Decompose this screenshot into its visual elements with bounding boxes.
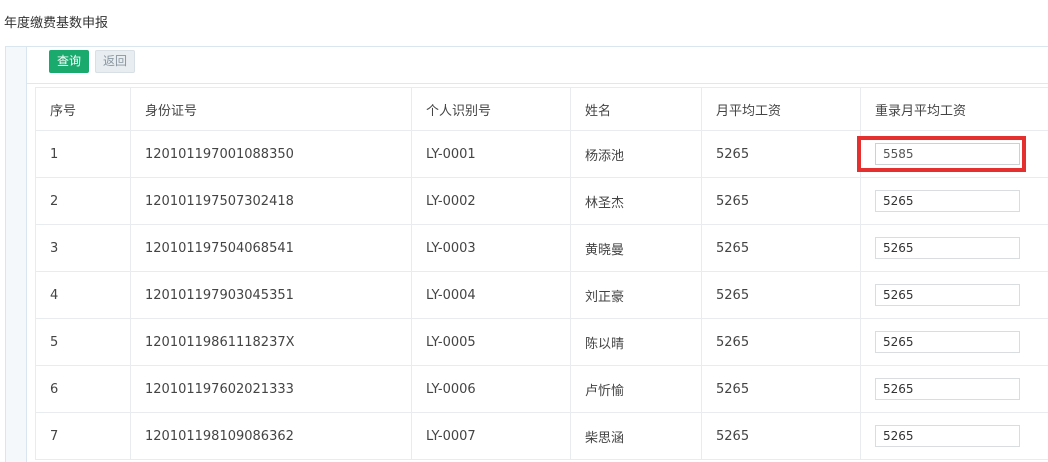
cell-no: 1 [36, 131, 131, 178]
content-panel: 查询 返回 序号 身份证号 个人识别号 姓名 月平均工资 重录月平均工资 1 1… [26, 47, 1048, 462]
cell-personal-id: LY-0005 [412, 319, 571, 366]
query-button[interactable]: 查询 [49, 50, 89, 73]
cell-re-wage [861, 225, 1048, 272]
cell-personal-id: LY-0002 [412, 178, 571, 225]
cell-wage: 5265 [702, 366, 861, 413]
highlight-box [857, 136, 1026, 172]
cell-name: 柴思涵 [571, 413, 702, 460]
cell-re-wage [861, 413, 1048, 460]
cell-wage: 5265 [702, 225, 861, 272]
cell-name: 陈以晴 [571, 319, 702, 366]
cell-personal-id: LY-0006 [412, 366, 571, 413]
cell-id-number: 120101197903045351 [131, 272, 412, 319]
cell-id-number: 120101197507302418 [131, 178, 412, 225]
header-re-wage: 重录月平均工资 [861, 88, 1048, 131]
table-row: 5 12010119861118237X LY-0005 陈以晴 5265 [36, 319, 1048, 366]
cell-name: 黄晓曼 [571, 225, 702, 272]
cell-no: 7 [36, 413, 131, 460]
cell-personal-id: LY-0007 [412, 413, 571, 460]
wage-table: 序号 身份证号 个人识别号 姓名 月平均工资 重录月平均工资 1 1201011… [35, 87, 1048, 460]
table-row: 6 120101197602021333 LY-0006 卢忻愉 5265 [36, 366, 1048, 413]
cell-no: 4 [36, 272, 131, 319]
table-body: 1 120101197001088350 LY-0001 杨添池 5265 2 … [36, 131, 1048, 460]
cell-no: 5 [36, 319, 131, 366]
re-wage-input[interactable] [875, 237, 1020, 259]
header-wage: 月平均工资 [702, 88, 861, 131]
cell-re-wage [861, 178, 1048, 225]
re-wage-input[interactable] [875, 425, 1020, 447]
toolbar: 查询 返回 [27, 47, 1048, 84]
table-row: 7 120101198109086362 LY-0007 柴思涵 5265 [36, 413, 1048, 460]
cell-re-wage [861, 272, 1048, 319]
cell-personal-id: LY-0003 [412, 225, 571, 272]
cell-wage: 5265 [702, 319, 861, 366]
re-wage-input[interactable] [875, 143, 1020, 165]
cell-id-number: 120101197504068541 [131, 225, 412, 272]
re-wage-input[interactable] [875, 190, 1020, 212]
cell-name: 卢忻愉 [571, 366, 702, 413]
cell-id-number: 120101197602021333 [131, 366, 412, 413]
cell-name: 林圣杰 [571, 178, 702, 225]
cell-id-number: 12010119861118237X [131, 319, 412, 366]
table-row: 1 120101197001088350 LY-0001 杨添池 5265 [36, 131, 1048, 178]
cell-id-number: 120101198109086362 [131, 413, 412, 460]
cell-name: 刘正豪 [571, 272, 702, 319]
header-id-number: 身份证号 [131, 88, 412, 131]
cell-personal-id: LY-0001 [412, 131, 571, 178]
table-header-row: 序号 身份证号 个人识别号 姓名 月平均工资 重录月平均工资 [36, 88, 1048, 131]
cell-wage: 5265 [702, 178, 861, 225]
cell-wage: 5265 [702, 272, 861, 319]
cell-personal-id: LY-0004 [412, 272, 571, 319]
cell-no: 3 [36, 225, 131, 272]
re-wage-input[interactable] [875, 378, 1020, 400]
header-name: 姓名 [571, 88, 702, 131]
content-frame: 查询 返回 序号 身份证号 个人识别号 姓名 月平均工资 重录月平均工资 1 1… [5, 46, 1048, 462]
page-title: 年度缴费基数申报 [4, 15, 108, 33]
cell-no: 6 [36, 366, 131, 413]
re-wage-input[interactable] [875, 331, 1020, 353]
cell-wage: 5265 [702, 131, 861, 178]
cell-re-wage [861, 366, 1048, 413]
cell-no: 2 [36, 178, 131, 225]
cell-name: 杨添池 [571, 131, 702, 178]
table-row: 3 120101197504068541 LY-0003 黄晓曼 5265 [36, 225, 1048, 272]
cell-id-number: 120101197001088350 [131, 131, 412, 178]
cell-re-wage [861, 131, 1048, 178]
table-row: 2 120101197507302418 LY-0002 林圣杰 5265 [36, 178, 1048, 225]
cell-re-wage [861, 319, 1048, 366]
header-personal-id: 个人识别号 [412, 88, 571, 131]
re-wage-input[interactable] [875, 284, 1020, 306]
header-no: 序号 [36, 88, 131, 131]
table-row: 4 120101197903045351 LY-0004 刘正豪 5265 [36, 272, 1048, 319]
cell-wage: 5265 [702, 413, 861, 460]
back-button[interactable]: 返回 [95, 50, 135, 73]
